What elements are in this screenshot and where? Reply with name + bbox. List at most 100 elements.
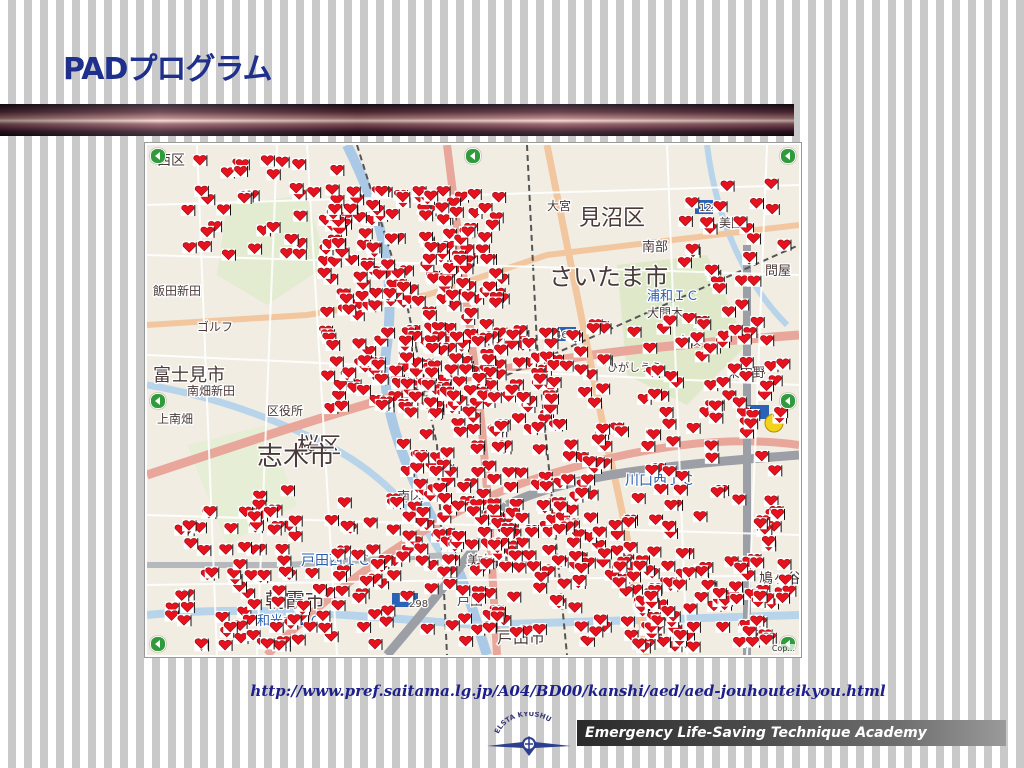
- aed-heart-icon[interactable]: [329, 164, 345, 177]
- aed-heart-icon[interactable]: [386, 523, 401, 536]
- aed-heart-icon[interactable]: [738, 370, 754, 383]
- aed-heart-icon[interactable]: [332, 570, 347, 583]
- aed-heart-icon[interactable]: [271, 595, 286, 608]
- aed-heart-icon[interactable]: [380, 326, 396, 339]
- aed-heart-icon[interactable]: [437, 491, 452, 504]
- aed-heart-icon[interactable]: [358, 227, 373, 240]
- aed-heart-icon[interactable]: [337, 496, 352, 509]
- aed-heart-icon[interactable]: [661, 417, 677, 430]
- aed-heart-icon[interactable]: [640, 439, 656, 452]
- aed-heart-icon[interactable]: [367, 637, 383, 650]
- aed-heart-icon[interactable]: [538, 326, 554, 339]
- aed-heart-icon[interactable]: [553, 500, 568, 513]
- aed-heart-icon[interactable]: [260, 154, 275, 167]
- aed-heart-icon[interactable]: [223, 620, 238, 633]
- aed-heart-icon[interactable]: [563, 438, 579, 451]
- aed-heart-icon[interactable]: [331, 599, 346, 612]
- aed-heart-icon[interactable]: [682, 602, 698, 615]
- aed-heart-icon[interactable]: [177, 614, 192, 627]
- aed-heart-icon[interactable]: [530, 420, 546, 433]
- aed-heart-icon[interactable]: [595, 422, 611, 435]
- aed-heart-icon[interactable]: [627, 325, 642, 338]
- aed-heart-icon[interactable]: [354, 289, 370, 302]
- aed-heart-icon[interactable]: [244, 569, 259, 582]
- aed-heart-icon[interactable]: [583, 511, 598, 524]
- aed-heart-icon[interactable]: [763, 494, 779, 507]
- aed-heart-icon[interactable]: [233, 165, 249, 178]
- aed-heart-icon[interactable]: [580, 473, 596, 486]
- aed-heart-icon[interactable]: [223, 522, 239, 535]
- aed-heart-icon[interactable]: [710, 486, 725, 499]
- aed-heart-icon[interactable]: [291, 633, 306, 646]
- aed-heart-icon[interactable]: [197, 239, 212, 252]
- aed-heart-icon[interactable]: [573, 363, 589, 376]
- aed-heart-icon[interactable]: [503, 480, 519, 493]
- aed-heart-icon[interactable]: [743, 417, 759, 430]
- aed-heart-icon[interactable]: [765, 202, 780, 215]
- aed-heart-icon[interactable]: [588, 625, 604, 638]
- aed-heart-icon[interactable]: [340, 519, 355, 532]
- aed-heart-icon[interactable]: [749, 556, 765, 569]
- aed-heart-icon[interactable]: [418, 230, 434, 243]
- aed-heart-icon[interactable]: [728, 580, 743, 593]
- aed-heart-icon[interactable]: [567, 601, 583, 614]
- aed-heart-icon[interactable]: [708, 399, 723, 412]
- aed-heart-icon[interactable]: [425, 342, 440, 355]
- aed-heart-icon[interactable]: [660, 559, 676, 572]
- aed-heart-icon[interactable]: [402, 510, 417, 523]
- aed-heart-icon[interactable]: [455, 277, 471, 290]
- aed-heart-icon[interactable]: [164, 609, 180, 622]
- source-url[interactable]: http://www.pref.saitama.lg.jp/A04/BD00/k…: [0, 682, 1024, 700]
- aed-heart-icon[interactable]: [413, 542, 429, 555]
- aed-heart-icon[interactable]: [660, 605, 676, 618]
- aed-heart-icon[interactable]: [279, 247, 295, 260]
- aed-heart-icon[interactable]: [180, 601, 195, 614]
- aed-heart-icon[interactable]: [429, 464, 444, 477]
- aed-heart-icon[interactable]: [644, 463, 660, 476]
- aed-heart-icon[interactable]: [521, 336, 537, 349]
- aed-heart-icon[interactable]: [699, 216, 715, 229]
- aed-heart-icon[interactable]: [541, 543, 557, 556]
- aed-heart-icon[interactable]: [267, 523, 282, 536]
- aed-heart-icon[interactable]: [367, 299, 383, 312]
- aed-heart-icon[interactable]: [487, 538, 502, 551]
- aed-heart-icon[interactable]: [587, 396, 602, 409]
- aed-heart-icon[interactable]: [662, 465, 677, 478]
- aed-heart-icon[interactable]: [449, 205, 464, 218]
- aed-heart-icon[interactable]: [532, 623, 547, 636]
- aed-heart-icon[interactable]: [689, 331, 705, 344]
- aed-heart-icon[interactable]: [202, 505, 218, 518]
- aed-heart-icon[interactable]: [471, 591, 487, 604]
- aed-heart-icon[interactable]: [524, 526, 540, 539]
- aed-heart-icon[interactable]: [479, 557, 495, 570]
- source-url-text[interactable]: http://www.pref.saitama.lg.jp/A04/BD00/k…: [250, 682, 885, 700]
- aed-heart-icon[interactable]: [351, 591, 367, 604]
- aed-heart-icon[interactable]: [441, 553, 457, 566]
- aed-heart-icon[interactable]: [350, 548, 366, 561]
- aed-heart-icon[interactable]: [237, 191, 252, 204]
- aed-heart-icon[interactable]: [642, 341, 658, 354]
- aed-heart-icon[interactable]: [708, 411, 724, 424]
- aed-heart-icon[interactable]: [672, 578, 687, 591]
- aed-heart-icon[interactable]: [582, 455, 597, 468]
- aed-heart-icon[interactable]: [331, 236, 346, 249]
- aed-heart-icon[interactable]: [461, 405, 477, 418]
- aed-heart-icon[interactable]: [511, 412, 526, 425]
- aed-heart-icon[interactable]: [764, 177, 779, 190]
- aed-heart-icon[interactable]: [704, 263, 720, 276]
- aed-heart-icon[interactable]: [732, 636, 748, 649]
- aed-heart-icon[interactable]: [696, 318, 712, 331]
- aed-heart-icon[interactable]: [320, 369, 336, 382]
- aed-heart-icon[interactable]: [423, 396, 439, 409]
- aed-heart-icon[interactable]: [442, 577, 458, 590]
- aed-heart-icon[interactable]: [341, 303, 357, 316]
- aed-heart-icon[interactable]: [514, 511, 530, 524]
- aed-heart-icon[interactable]: [448, 352, 464, 365]
- aed-heart-icon[interactable]: [456, 480, 472, 493]
- aed-heart-icon[interactable]: [263, 505, 278, 518]
- aed-heart-icon[interactable]: [770, 507, 785, 520]
- aed-heart-icon[interactable]: [611, 576, 627, 589]
- aed-heart-icon[interactable]: [746, 232, 761, 245]
- aed-heart-icon[interactable]: [721, 305, 736, 318]
- aed-heart-icon[interactable]: [482, 621, 497, 634]
